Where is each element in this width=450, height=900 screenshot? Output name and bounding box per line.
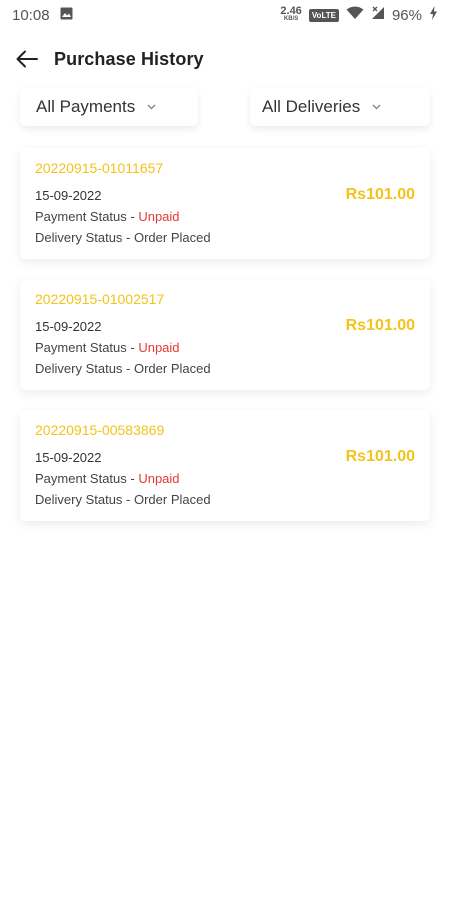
order-amount: Rs101.00 xyxy=(345,448,415,465)
payment-status-line: Payment Status - Unpaid xyxy=(35,471,415,487)
payments-filter-label: All Payments xyxy=(36,97,136,116)
net-speed: 2.46 KB/S xyxy=(280,5,302,23)
order-amount: Rs101.00 xyxy=(345,317,415,334)
signal-icon xyxy=(371,6,385,24)
delivery-status-value: Order Placed xyxy=(133,361,211,376)
page-title: Purchase History xyxy=(54,48,204,69)
status-time: 10:08 xyxy=(12,6,50,24)
payment-status-label: Payment Status - xyxy=(35,209,139,224)
delivery-status-line: Delivery Status - Order Placed xyxy=(35,361,415,377)
payment-status-value: Unpaid xyxy=(138,471,180,486)
volte-badge: VoLTE xyxy=(308,8,339,22)
wifi-icon xyxy=(346,6,364,24)
order-amount: Rs101.00 xyxy=(345,186,415,203)
order-id: 20220915-00583869 xyxy=(35,422,165,438)
chevron-down-icon xyxy=(147,104,156,110)
payment-status-label: Payment Status - xyxy=(35,471,139,486)
delivery-status-value: Order Placed xyxy=(133,230,211,245)
delivery-status-label: Delivery Status - xyxy=(35,492,134,507)
back-button[interactable] xyxy=(14,46,40,72)
deliveries-filter-label: All Deliveries xyxy=(262,97,361,116)
deliveries-filter-dropdown[interactable]: All Deliveries xyxy=(250,88,430,126)
status-bar: 10:08 2.46 KB/S VoLTE 96% xyxy=(0,0,450,30)
filters-bar: All Payments All Deliveries xyxy=(0,88,450,128)
order-card[interactable]: 20220915-01002517 15-09-2022 Payment Sta… xyxy=(20,279,430,390)
battery-level: 96% xyxy=(391,6,422,24)
payment-status-value: Unpaid xyxy=(138,340,180,355)
chevron-down-icon xyxy=(372,104,381,110)
payment-status-line: Payment Status - Unpaid xyxy=(35,209,415,225)
order-card[interactable]: 20220915-01011657 15-09-2022 Payment Sta… xyxy=(20,148,430,259)
orders-list: 20220915-01011657 15-09-2022 Payment Sta… xyxy=(0,128,450,521)
delivery-status-label: Delivery Status - xyxy=(35,361,134,376)
payment-status-value: Unpaid xyxy=(138,209,180,224)
delivery-status-line: Delivery Status - Order Placed xyxy=(35,230,415,246)
app-bar: Purchase History xyxy=(0,30,450,88)
order-card[interactable]: 20220915-00583869 15-09-2022 Payment Sta… xyxy=(20,410,430,521)
delivery-status-line: Delivery Status - Order Placed xyxy=(35,492,415,508)
arrow-left-icon xyxy=(16,50,38,68)
payment-status-label: Payment Status - xyxy=(35,340,139,355)
order-id: 20220915-01011657 xyxy=(35,160,164,176)
order-id: 20220915-01002517 xyxy=(35,291,165,307)
image-icon xyxy=(60,7,73,24)
payments-filter-dropdown[interactable]: All Payments xyxy=(20,88,198,126)
payment-status-line: Payment Status - Unpaid xyxy=(35,340,415,356)
delivery-status-value: Order Placed xyxy=(133,492,211,507)
battery-charging-icon xyxy=(429,6,438,24)
delivery-status-label: Delivery Status - xyxy=(35,230,134,245)
